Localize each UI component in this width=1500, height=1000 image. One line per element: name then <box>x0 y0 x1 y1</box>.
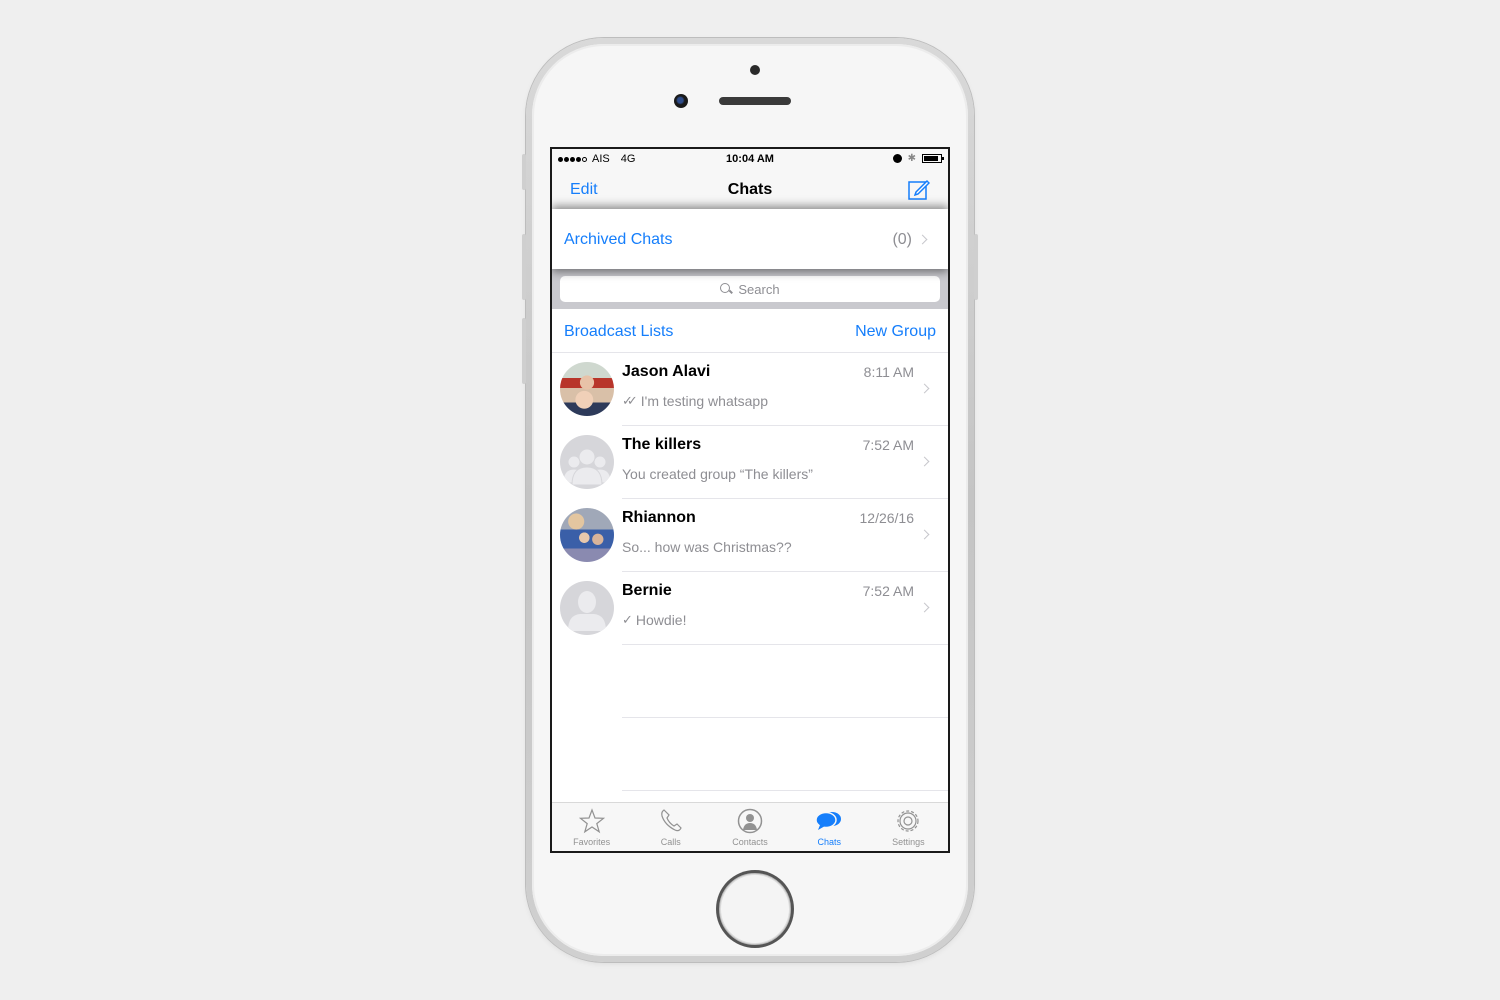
phone-icon <box>660 809 682 832</box>
person-avatar-placeholder <box>560 581 614 635</box>
empty-row <box>552 645 948 718</box>
tab-label: Contacts <box>732 837 768 847</box>
navigation-bar: Edit Chats <box>552 169 948 209</box>
tab-contacts[interactable]: Contacts <box>710 803 789 851</box>
status-bar: AIS 4G 10:04 AM ✱ <box>552 149 948 169</box>
chat-row[interactable]: Jason Alavi 8:11 AM ✓✓ I'm testing whats… <box>552 353 948 426</box>
tab-calls[interactable]: Calls <box>631 803 710 851</box>
tab-label: Favorites <box>573 837 611 847</box>
chat-name: The killers <box>622 436 702 453</box>
gear-icon <box>897 810 920 832</box>
search-icon <box>720 283 732 295</box>
chat-time: 8:11 AM <box>863 364 914 380</box>
page-title: Chats <box>727 181 773 198</box>
empty-row <box>552 718 948 791</box>
search-placeholder: Search <box>738 281 780 297</box>
chat-row[interactable]: Bernie 7:52 AM ✓ Howdie! <box>552 572 948 645</box>
archived-chats-row[interactable]: Archived Chats (0) <box>552 209 948 269</box>
tab-label: Settings <box>892 837 925 847</box>
tab-favorites[interactable]: Favorites <box>552 803 631 851</box>
chat-time: 7:52 AM <box>862 583 914 599</box>
chevron-right-icon <box>917 234 928 245</box>
proximity-sensor <box>750 65 760 75</box>
mute-switch <box>522 154 526 190</box>
tab-chats[interactable]: Chats <box>790 803 869 851</box>
tab-label: Chats <box>817 837 841 847</box>
archived-chats-count: (0) <box>892 231 912 248</box>
phone-screen: AIS 4G 10:04 AM ✱ Edit Chats Archived Ch… <box>550 147 950 853</box>
earpiece-speaker <box>719 97 791 105</box>
status-time: 10:04 AM <box>726 153 774 165</box>
new-group-button[interactable]: New Group <box>855 323 936 341</box>
tab-settings[interactable]: Settings <box>869 803 948 851</box>
compose-icon[interactable] <box>908 178 930 200</box>
tab-bar: Favorites Calls Contacts Chats Settings <box>552 802 948 851</box>
chevron-right-icon <box>919 383 930 394</box>
broadcast-lists-button[interactable]: Broadcast Lists <box>564 323 673 341</box>
star-icon <box>578 808 605 834</box>
battery-icon <box>922 154 944 163</box>
double-check-icon: ✓✓ <box>622 393 638 408</box>
home-button[interactable] <box>719 873 791 945</box>
search-bar: Search <box>552 269 948 309</box>
group-avatar-placeholder <box>560 435 614 489</box>
chevron-right-icon <box>919 529 930 540</box>
avatar <box>560 362 614 416</box>
chevron-right-icon <box>919 456 930 467</box>
group-icon <box>561 436 613 488</box>
person-icon <box>561 582 613 634</box>
archived-chats-label: Archived Chats <box>564 231 673 248</box>
power-button <box>974 234 978 300</box>
front-camera-icon <box>674 94 688 108</box>
chat-name: Rhiannon <box>622 509 696 526</box>
search-input[interactable]: Search <box>560 276 940 302</box>
chat-preview: I'm testing whatsapp <box>640 393 768 409</box>
contact-icon <box>737 808 763 834</box>
chat-name: Bernie <box>622 582 672 599</box>
avatar <box>560 508 614 562</box>
chat-bubbles-icon <box>815 811 842 830</box>
bluetooth-icon: ✱ <box>907 153 916 164</box>
chat-name: Jason Alavi <box>622 363 711 380</box>
chat-preview: So... how was Christmas?? <box>622 539 792 555</box>
volume-down-button <box>522 318 526 384</box>
list-actions-row: Broadcast Lists New Group <box>552 309 948 353</box>
chat-preview: You created group “The killers” <box>622 466 813 482</box>
chat-preview: Howdie! <box>635 612 687 628</box>
chat-row[interactable]: The killers 7:52 AM You created group “T… <box>552 426 948 499</box>
chat-time: 7:52 AM <box>862 437 914 453</box>
tab-label: Calls <box>660 837 681 847</box>
volume-up-button <box>522 234 526 300</box>
alarm-icon <box>892 154 902 163</box>
chat-time: 12/26/16 <box>859 510 915 526</box>
chat-list: Jason Alavi 8:11 AM ✓✓ I'm testing whats… <box>552 353 948 791</box>
single-check-icon: ✓ <box>622 612 633 627</box>
chevron-right-icon <box>919 602 930 613</box>
chat-row[interactable]: Rhiannon 12/26/16 So... how was Christma… <box>552 499 948 572</box>
